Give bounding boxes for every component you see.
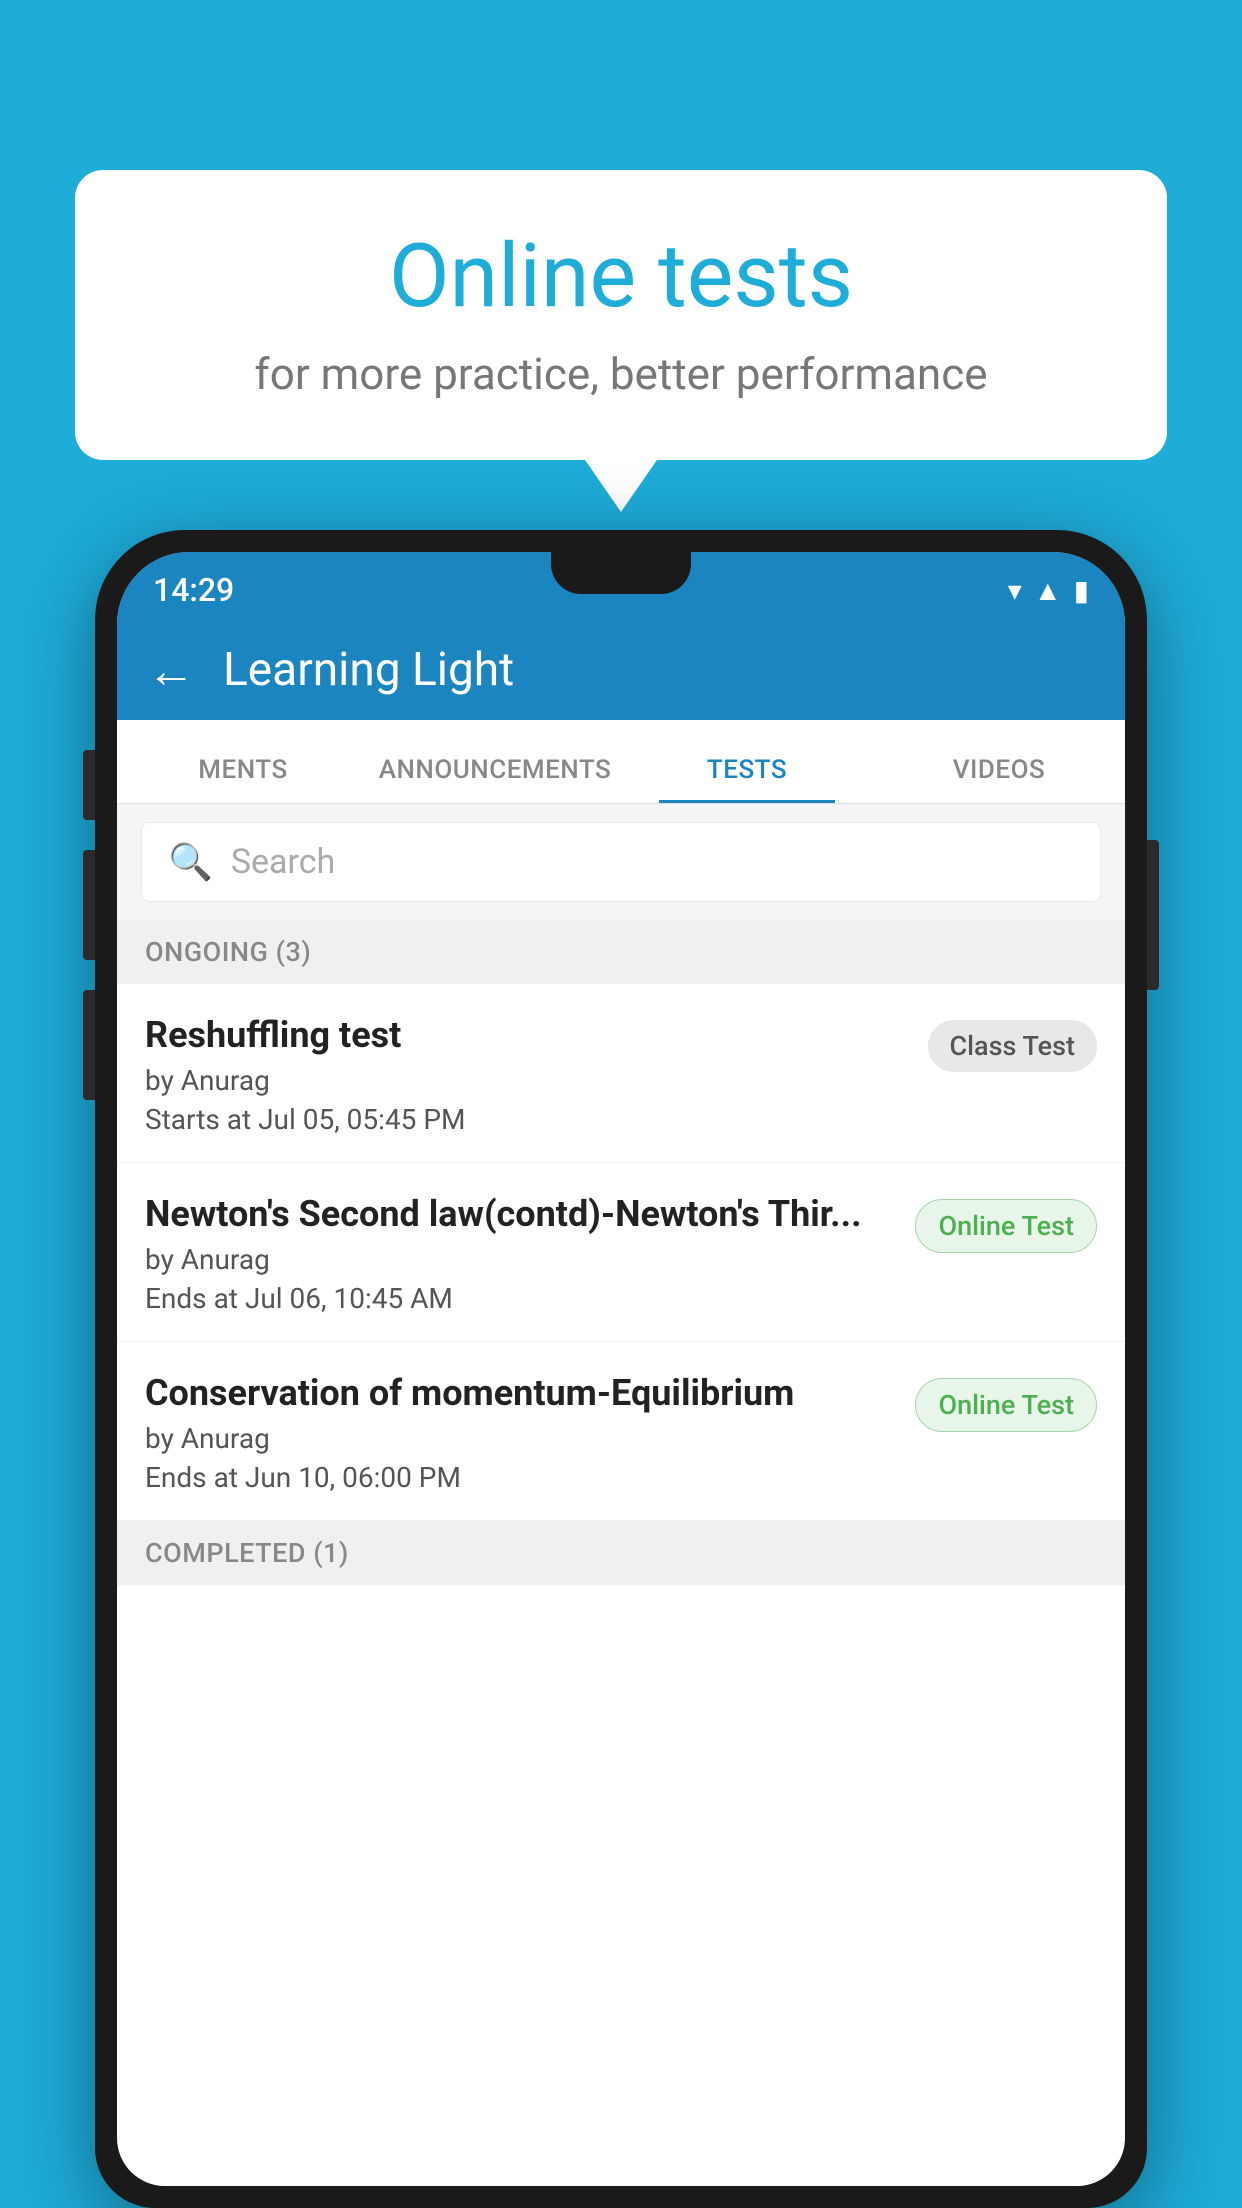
test-badge-online-2: Online Test bbox=[915, 1378, 1097, 1432]
speech-bubble: Online tests for more practice, better p… bbox=[75, 170, 1167, 460]
test-item[interactable]: Newton's Second law(contd)-Newton's Thir… bbox=[117, 1163, 1125, 1342]
wifi-icon: ▾ bbox=[1008, 574, 1022, 607]
test-date: Starts at Jul 05, 05:45 PM bbox=[145, 1103, 908, 1136]
power-button bbox=[83, 750, 95, 820]
search-container: 🔍 Search bbox=[117, 804, 1125, 920]
search-icon: 🔍 bbox=[168, 841, 213, 883]
app-bar: ← Learning Light bbox=[117, 620, 1125, 720]
volume-up-button bbox=[83, 850, 95, 960]
tab-announcements[interactable]: ANNOUNCEMENTS bbox=[369, 755, 621, 803]
test-title: Reshuffling test bbox=[145, 1014, 908, 1056]
test-date: Ends at Jul 06, 10:45 AM bbox=[145, 1282, 895, 1315]
test-author: by Anurag bbox=[145, 1243, 895, 1276]
search-placeholder: Search bbox=[231, 842, 335, 882]
tab-videos[interactable]: VIDEOS bbox=[873, 755, 1125, 803]
volume-down-button bbox=[83, 990, 95, 1100]
search-bar[interactable]: 🔍 Search bbox=[141, 822, 1101, 902]
test-badge-class: Class Test bbox=[928, 1020, 1098, 1072]
test-date: Ends at Jun 10, 06:00 PM bbox=[145, 1461, 895, 1494]
back-button[interactable]: ← bbox=[147, 642, 195, 699]
right-button bbox=[1147, 840, 1159, 990]
status-icons: ▾ ▲ ▮ bbox=[1008, 574, 1089, 607]
tab-ments[interactable]: MENTS bbox=[117, 755, 369, 803]
bubble-subtitle: for more practice, better performance bbox=[135, 348, 1107, 400]
bubble-title: Online tests bbox=[135, 225, 1107, 328]
test-list: Reshuffling test by Anurag Starts at Jul… bbox=[117, 984, 1125, 1521]
test-author: by Anurag bbox=[145, 1064, 908, 1097]
tab-bar: MENTS ANNOUNCEMENTS TESTS VIDEOS bbox=[117, 720, 1125, 804]
status-time: 14:29 bbox=[153, 571, 234, 609]
completed-section-header: COMPLETED (1) bbox=[117, 1521, 1125, 1585]
signal-icon: ▲ bbox=[1034, 574, 1062, 607]
test-title: Conservation of momentum-Equilibrium bbox=[145, 1372, 895, 1414]
ongoing-section-header: ONGOING (3) bbox=[117, 920, 1125, 984]
test-info: Reshuffling test by Anurag Starts at Jul… bbox=[145, 1014, 928, 1136]
battery-icon: ▮ bbox=[1074, 574, 1089, 607]
app-title: Learning Light bbox=[223, 643, 514, 697]
test-info: Newton's Second law(contd)-Newton's Thir… bbox=[145, 1193, 915, 1315]
test-title: Newton's Second law(contd)-Newton's Thir… bbox=[145, 1193, 895, 1235]
test-badge-online: Online Test bbox=[915, 1199, 1097, 1253]
test-item[interactable]: Conservation of momentum-Equilibrium by … bbox=[117, 1342, 1125, 1521]
test-item[interactable]: Reshuffling test by Anurag Starts at Jul… bbox=[117, 984, 1125, 1163]
test-author: by Anurag bbox=[145, 1422, 895, 1455]
phone-screen: 14:29 ▾ ▲ ▮ ← Learning Light MENTS ANNOU… bbox=[117, 552, 1125, 2186]
test-info: Conservation of momentum-Equilibrium by … bbox=[145, 1372, 915, 1494]
phone-frame: 14:29 ▾ ▲ ▮ ← Learning Light MENTS ANNOU… bbox=[95, 530, 1147, 2208]
tab-tests[interactable]: TESTS bbox=[621, 755, 873, 803]
phone-notch bbox=[551, 552, 691, 594]
